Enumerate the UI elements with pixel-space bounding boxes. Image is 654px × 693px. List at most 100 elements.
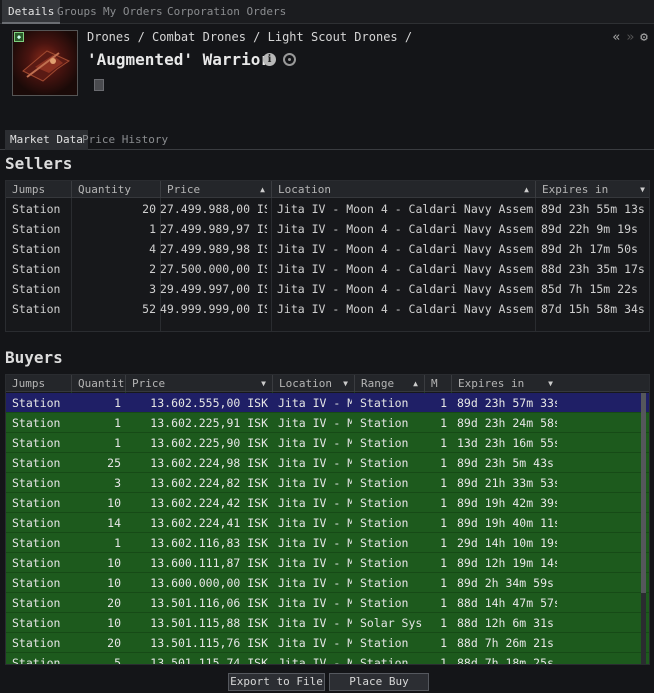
- sort-down-icon[interactable]: ▼: [261, 375, 266, 392]
- buyers-cell-expires: 89d 23h 5m 43s: [457, 456, 554, 470]
- buyers-table-row[interactable]: Station 10 13.600.111,87 ISK Jita IV - Mo St…: [6, 553, 649, 573]
- sellers-cell-price: 27.500.000,00 ISK: [160, 262, 267, 276]
- buyers-cell-expires: 89d 12h 19m 14s: [457, 556, 557, 570]
- buyers-cell-expires: 88d 12h 6m 31s: [457, 616, 554, 630]
- sellers-cell-location: Jita IV - Moon 4 - Caldari Navy Assembly…: [277, 222, 533, 236]
- buyers-table-row[interactable]: Station 3 13.602.224,82 ISK Jita IV - Mo Sta…: [6, 473, 649, 493]
- sellers-col-quantity[interactable]: Quantity: [71, 181, 160, 198]
- buyers-col-price[interactable]: Price ▼: [125, 375, 272, 392]
- buyers-cell-min: 1: [440, 476, 447, 490]
- tab-price-history[interactable]: Price History: [77, 130, 173, 150]
- buyers-cell-range: Station: [360, 656, 409, 665]
- sellers-cell-expires: 88d 23h 35m 17s: [541, 262, 645, 276]
- buyers-cell-price: 13.602.224,42 ISK: [150, 496, 268, 510]
- buyers-cell-jumps: Station: [12, 616, 61, 630]
- buyers-table-row[interactable]: Station 1 13.602.116,83 ISK Jita IV - Mo Sta…: [6, 533, 649, 553]
- buyers-cell-quantity: 14: [107, 516, 121, 530]
- buyers-table-row[interactable]: Station 20 13.501.115,76 ISK Jita IV - Mo St…: [6, 633, 649, 653]
- buyers-table-row[interactable]: Station 10 13.501.115,88 ISK Jita IV - Mo So…: [6, 613, 649, 633]
- sellers-col-label: Quantity: [78, 183, 131, 196]
- buyers-table-row[interactable]: Station 25 13.602.224,98 ISK Jita IV - Mo St…: [6, 453, 649, 473]
- sort-down-icon[interactable]: ▼: [343, 375, 348, 392]
- sellers-table-row[interactable]: Station 4 27.499.989,98 ISK Jita IV - Moon …: [6, 239, 649, 259]
- sort-up-icon[interactable]: ▲: [524, 181, 529, 198]
- buyers-table-row[interactable]: Station 5 13.501.115,74 ISK Jita IV - Mo Sta…: [6, 653, 649, 665]
- tab-market-data[interactable]: Market Data: [5, 130, 88, 150]
- buyers-col-label: Expires in: [458, 377, 525, 390]
- buyers-cell-jumps: Station: [12, 536, 61, 550]
- breadcrumb[interactable]: Drones / Combat Drones / Light Scout Dro…: [87, 30, 412, 46]
- buyers-table-row[interactable]: Station 10 13.600.000,00 ISK Jita IV - Mo St…: [6, 573, 649, 593]
- buyers-cell-range: Station: [360, 396, 409, 410]
- sellers-cell-jumps: Station: [12, 222, 61, 236]
- buyers-col-min[interactable]: M: [424, 375, 451, 392]
- buyers-col-expires[interactable]: Expires in ▼: [451, 375, 559, 392]
- sort-up-icon[interactable]: ▲: [413, 375, 418, 392]
- buyers-cell-location: Jita IV - Mo: [278, 636, 352, 650]
- buyers-cell-range: Station: [360, 516, 409, 530]
- buyers-col-range[interactable]: Range ▲: [354, 375, 424, 392]
- item-icon[interactable]: ◆: [12, 30, 78, 96]
- buyers-cell-quantity: 3: [114, 476, 121, 490]
- sort-down-icon[interactable]: ▼: [548, 375, 553, 392]
- buyers-cell-range: Station: [360, 456, 409, 470]
- sellers-table-row[interactable]: Station 3 29.499.997,00 ISK Jita IV - Moon …: [6, 279, 649, 299]
- buyers-col-jumps[interactable]: Jumps: [6, 375, 71, 392]
- buyers-scrollbar-thumb[interactable]: [641, 393, 646, 593]
- buyers-header-row: Jumps Quantity Price ▼ Location ▼ Range ▲ M Expir…: [6, 375, 649, 392]
- buyers-table-row[interactable]: Station 10 13.602.224,42 ISK Jita IV - Mo St…: [6, 493, 649, 513]
- buyers-cell-quantity: 1: [114, 436, 121, 450]
- buyers-cell-location: Jita IV - Mo: [278, 616, 352, 630]
- tab-my-orders[interactable]: My Orders: [97, 0, 169, 24]
- sort-down-icon[interactable]: ▼: [640, 181, 645, 198]
- place-buy-order-button[interactable]: Place Buy Order: [329, 673, 429, 693]
- buyers-cell-quantity: 1: [114, 396, 121, 410]
- sellers-cell-jumps: Station: [12, 202, 61, 216]
- sellers-col-label: Expires in: [542, 183, 609, 196]
- target-icon[interactable]: [283, 53, 296, 66]
- collapse-icon[interactable]: «: [613, 30, 621, 45]
- sellers-table-row[interactable]: Station 20 27.499.988,00 ISK Jita IV - Moon…: [6, 199, 649, 219]
- buyers-col-label: Price: [132, 377, 166, 390]
- info-icon[interactable]: i: [263, 53, 276, 66]
- sort-up-icon[interactable]: ▲: [260, 181, 265, 198]
- buyers-cell-min: 1: [440, 516, 447, 530]
- buyers-cell-min: 1: [440, 656, 447, 665]
- buyers-table-row[interactable]: Station 14 13.602.224,41 ISK Jita IV - Mo St…: [6, 513, 649, 533]
- sellers-cell-price: 27.499.989,98 ISK: [160, 242, 267, 256]
- sellers-col-price[interactable]: Price ▲: [160, 181, 271, 198]
- buyers-col-location[interactable]: Location ▼: [272, 375, 354, 392]
- buyers-table-row[interactable]: Station 20 13.501.116,06 ISK Jita IV - Mo St…: [6, 593, 649, 613]
- tab-groups[interactable]: Groups: [51, 0, 103, 24]
- buyers-cell-expires: 88d 14h 47m 57s: [457, 596, 557, 610]
- buyers-cell-min: 1: [440, 496, 447, 510]
- buyers-cell-jumps: Station: [12, 636, 61, 650]
- export-to-file-button[interactable]: Export to File: [228, 673, 325, 691]
- buyers-col-label: M: [431, 377, 438, 390]
- buyers-cell-range: Station: [360, 536, 409, 550]
- settings-icon[interactable]: ⚙: [640, 30, 648, 45]
- buyers-table-row[interactable]: Station 1 13.602.225,90 ISK Jita IV - Mo Sta…: [6, 433, 649, 453]
- sellers-cell-quantity: 1: [149, 222, 156, 236]
- item-title: 'Augmented' Warrior: [87, 50, 271, 69]
- sellers-col-expires[interactable]: Expires in ▼: [535, 181, 649, 198]
- sellers-table-row[interactable]: Station 1 27.499.989,97 ISK Jita IV - Moon …: [6, 219, 649, 239]
- buyers-cell-price: 13.602.555,00 ISK: [150, 396, 268, 410]
- buyers-col-quantity[interactable]: Quantity: [71, 375, 125, 392]
- expand-icon[interactable]: »: [626, 30, 634, 45]
- buyers-cell-price: 13.501.115,74 ISK: [150, 656, 268, 665]
- sellers-col-location[interactable]: Location ▲: [271, 181, 535, 198]
- sellers-col-jumps[interactable]: Jumps: [6, 181, 71, 198]
- buyers-table-row[interactable]: Station 1 13.602.225,91 ISK Jita IV - Mo Sta…: [6, 413, 649, 433]
- buyers-table-row[interactable]: Station 1 13.602.555,00 ISK Jita IV - Mo Sta…: [6, 393, 649, 413]
- sellers-col-label: Location: [278, 183, 331, 196]
- sellers-table-row[interactable]: Station 2 27.500.000,00 ISK Jita IV - Moon …: [6, 259, 649, 279]
- sellers-table-row[interactable]: Station 52 49.999.999,00 ISK Jita IV - Moon…: [6, 299, 649, 319]
- buyers-cell-jumps: Station: [12, 576, 61, 590]
- tab-corporation-orders[interactable]: Corporation Orders: [161, 0, 292, 24]
- buyers-cell-location: Jita IV - Mo: [278, 516, 352, 530]
- sellers-cell-location: Jita IV - Moon 4 - Caldari Navy Assembly…: [277, 302, 533, 316]
- buyers-cell-range: Station: [360, 436, 409, 450]
- sellers-cell-location: Jita IV - Moon 4 - Caldari Navy Assembly…: [277, 242, 533, 256]
- item-checkbox-icon[interactable]: [94, 79, 104, 91]
